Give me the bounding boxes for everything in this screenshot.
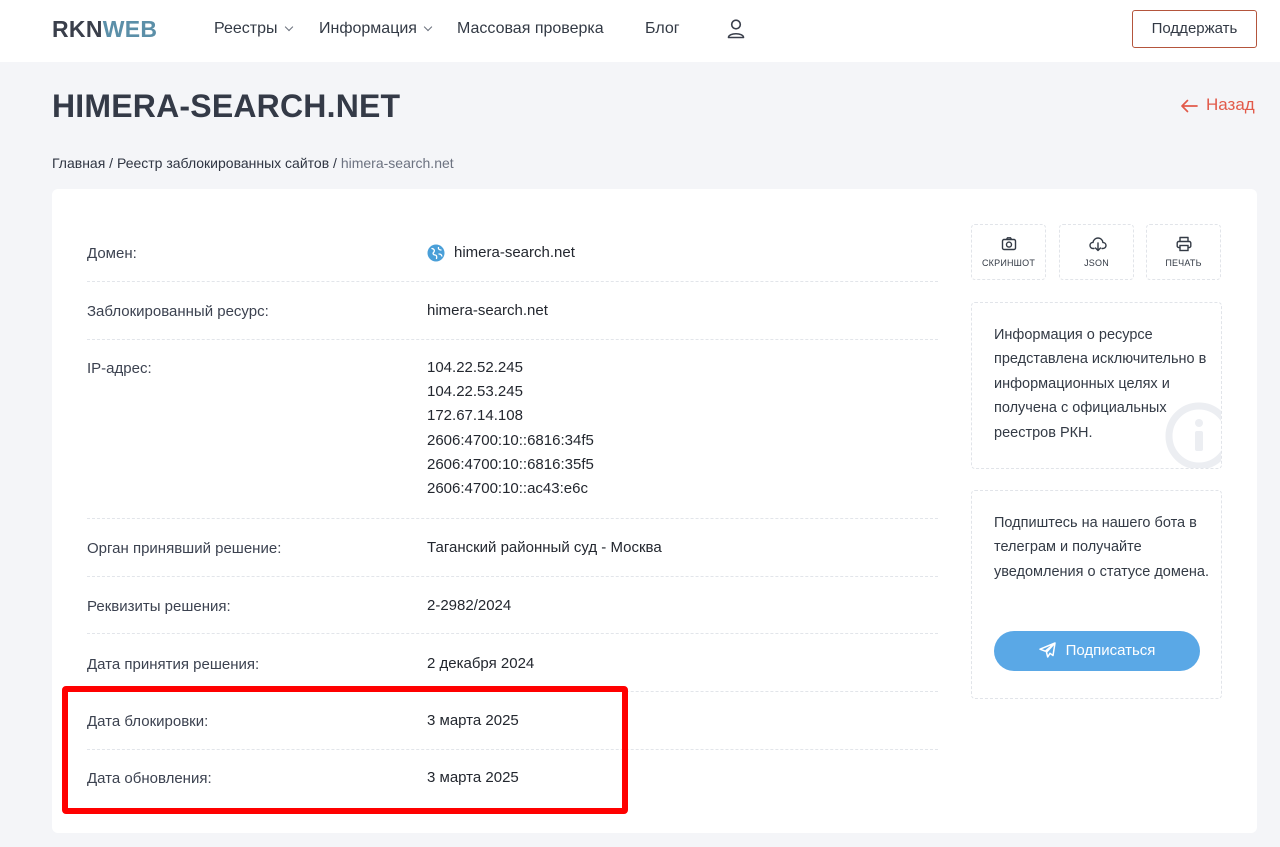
json-button-label: JSON [1084,258,1109,268]
telegram-icon [1038,642,1056,658]
decision-date-label: Дата принятия решения: [87,656,260,673]
detail-row-authority: Орган принявший решение: Таганский район… [87,539,938,577]
chevron-down-icon [284,22,293,32]
camera-icon [1001,237,1017,251]
cloud-download-icon [1089,237,1107,252]
nav-blog[interactable]: Блог [645,20,680,38]
nav-registries[interactable]: Реестры [214,20,293,38]
ip-item: 104.22.53.245 [427,383,523,401]
arrow-left-icon [1181,99,1198,113]
user-icon[interactable] [726,18,746,40]
logo-part-web: WEB [102,16,158,42]
json-button[interactable]: JSON [1059,224,1134,280]
authority-label: Орган принявший решение: [87,540,282,557]
nav-blog-label: Блог [645,20,680,37]
print-button[interactable]: ПЕЧАТЬ [1146,224,1221,280]
chevron-down-icon [423,22,433,32]
nav-information[interactable]: Информация [319,20,433,38]
printer-icon [1176,236,1192,252]
screenshot-button[interactable]: СКРИНШОТ [971,224,1046,280]
page-title: HIMERA-SEARCH.NET [52,88,401,124]
back-link[interactable]: Назад [1180,95,1255,115]
breadcrumb: Главная / Реестр заблокированных сайтов … [52,155,454,171]
subscribe-button[interactable]: Подписаться [994,631,1200,671]
globe-icon [427,244,445,262]
nav-registries-label: Реестры [214,20,278,37]
domain-label: Домен: [87,245,137,262]
detail-row-resource: Заблокированный ресурс: himera-search.ne… [87,302,938,340]
nav-bulk-check-label: Массовая проверка [457,20,604,37]
back-link-label: Назад [1206,95,1255,114]
info-notice: Информация о ресурсе представлена исключ… [971,302,1222,469]
detail-row-domain: Домен: himera-search.net [87,244,938,282]
decision-date-value: 2 декабря 2024 [427,655,535,672]
subscribe-button-label: Подписаться [1065,642,1156,659]
nav-bulk-check[interactable]: Массовая проверка [457,20,604,38]
breadcrumb-section[interactable]: Реестр заблокированных сайтов [117,155,329,171]
top-navbar: RKNWEB Реестры Информация Массовая прове… [0,0,1280,62]
detail-row-requisites: Реквизиты решения: 2-2982/2024 [87,597,938,634]
ip-list: 104.22.52.245 104.22.53.245 172.67.14.10… [427,356,594,501]
screenshot-button-label: СКРИНШОТ [981,258,1036,268]
domain-value[interactable]: himera-search.net [454,241,575,265]
highlight-annotation [62,686,628,814]
nav-information-label: Информация [319,20,417,37]
ip-item: 2606:4700:10::ac43:e6c [427,480,588,498]
info-icon [1165,402,1221,468]
detail-row-ip: IP-адрес: 104.22.52.245 104.22.53.245 17… [87,359,938,519]
resource-value: himera-search.net [427,302,548,319]
authority-value: Таганский районный суд - Москва [427,539,662,556]
ip-item: 104.22.52.245 [427,359,523,376]
print-button-label: ПЕЧАТЬ [1165,258,1202,268]
breadcrumb-separator: / [329,155,341,171]
breadcrumb-separator: / [105,155,117,171]
resource-label: Заблокированный ресурс: [87,303,269,320]
subscribe-text: Подпиштесь на нашего бота в телеграм и п… [994,515,1210,580]
breadcrumb-current: himera-search.net [340,155,454,171]
requisites-value: 2-2982/2024 [427,597,512,614]
requisites-label: Реквизиты решения: [87,598,231,615]
site-logo[interactable]: RKNWEB [52,16,157,43]
support-button[interactable]: Поддержать [1132,10,1257,48]
ip-item: 2606:4700:10::6816:35f5 [427,455,594,473]
ip-label: IP-адрес: [87,360,152,377]
subscribe-box: Подпиштесь на нашего бота в телеграм и п… [971,490,1222,699]
logo-part-rkn: RKN [52,16,103,42]
breadcrumb-home[interactable]: Главная [52,155,105,171]
ip-item: 2606:4700:10::6816:34f5 [427,431,594,449]
ip-item: 172.67.14.108 [427,407,523,425]
